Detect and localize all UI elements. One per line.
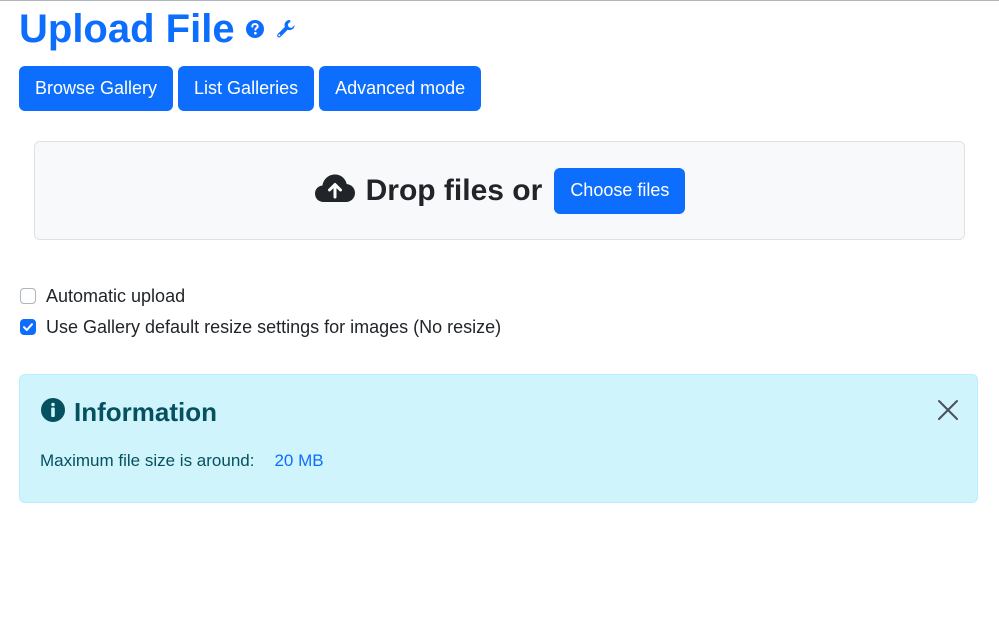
- automatic-upload-label: Automatic upload: [46, 285, 186, 306]
- upload-options: Automatic upload Use Gallery default res…: [20, 284, 501, 346]
- automatic-upload-checkbox[interactable]: [20, 288, 36, 304]
- option-default-resize[interactable]: Use Gallery default resize settings for …: [20, 315, 501, 339]
- help-icon[interactable]: [245, 19, 265, 39]
- max-size-label: Maximum file size is around:: [40, 451, 255, 470]
- check-icon: [23, 323, 33, 331]
- default-resize-checkbox[interactable]: [20, 319, 36, 335]
- advanced-mode-button[interactable]: Advanced mode: [319, 66, 482, 111]
- max-size-value: 20 MB: [274, 451, 324, 470]
- page-title: Upload File: [19, 7, 235, 51]
- info-icon: [40, 397, 66, 428]
- drop-text: Drop files or: [365, 173, 543, 207]
- wrench-icon[interactable]: [275, 18, 297, 40]
- alert-title: Information: [74, 397, 217, 427]
- top-divider: [0, 0, 999, 1]
- close-icon[interactable]: [935, 397, 961, 423]
- info-alert: Information Maximum file size is around:…: [19, 374, 978, 503]
- title-row: Upload File: [19, 4, 297, 54]
- choose-files-button[interactable]: Choose files: [554, 167, 686, 214]
- toolbar: Browse Gallery List Galleries Advanced m…: [19, 66, 482, 111]
- option-automatic-upload[interactable]: Automatic upload: [20, 284, 501, 308]
- browse-gallery-button[interactable]: Browse Gallery: [19, 66, 174, 111]
- cloud-upload-icon: [314, 173, 356, 208]
- file-dropzone[interactable]: Drop files or Choose files: [34, 141, 965, 240]
- alert-header: Information: [40, 397, 217, 428]
- list-galleries-button[interactable]: List Galleries: [178, 66, 315, 111]
- default-resize-label: Use Gallery default resize settings for …: [46, 316, 502, 337]
- alert-body: Maximum file size is around: 20 MB: [40, 451, 324, 471]
- upload-page: Upload File Browse Gallery List Gallerie…: [0, 0, 999, 640]
